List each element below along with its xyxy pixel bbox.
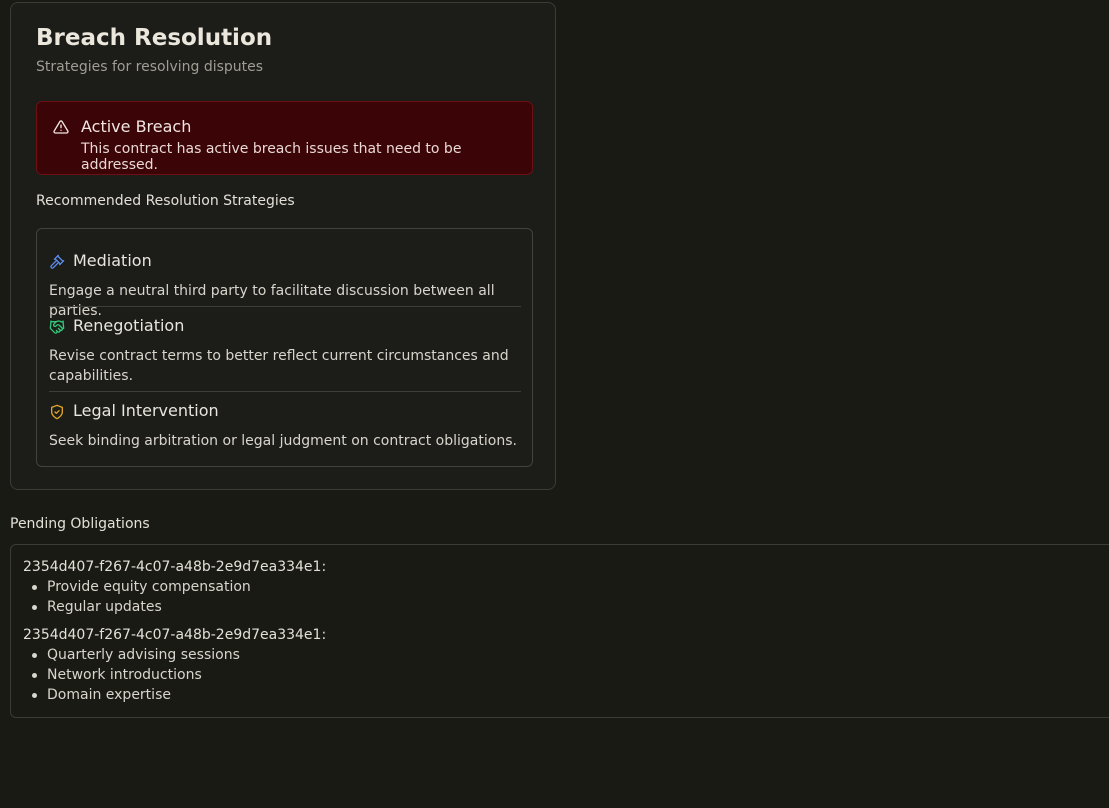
list-item: Provide equity compensation [31, 577, 326, 597]
obligation-group: 2354d407-f267-4c07-a48b-2e9d7ea334e1: Qu… [23, 625, 326, 705]
shield-check-icon [51, 404, 63, 420]
strategies-heading: Recommended Resolution Strategies [36, 193, 295, 209]
strategy-description: Seek binding arbitration or legal judgme… [49, 433, 517, 449]
list-item: Network introductions [31, 665, 326, 685]
strategy-title: Mediation [73, 251, 152, 270]
strategy-description: Revise contract terms to better reflect … [49, 348, 509, 384]
gavel-icon [50, 254, 65, 269]
card-subtitle: Strategies for resolving disputes [36, 59, 264, 75]
strategy-title: Legal Intervention [73, 401, 219, 420]
alert-title: Active Breach [81, 117, 192, 136]
handshake-icon [49, 320, 65, 334]
pending-obligations-panel: 2354d407-f267-4c07-a48b-2e9d7ea334e1: Pr… [10, 544, 1109, 718]
divider [49, 391, 521, 392]
alert-triangle-icon [53, 120, 69, 134]
active-breach-alert: Active Breach This contract has active b… [36, 101, 533, 175]
obligation-list: Quarterly advising sessions Network intr… [23, 645, 326, 705]
strategy-legal-intervention: Legal Intervention Seek binding arbitrat… [49, 401, 521, 451]
strategy-renegotiation: Renegotiation Revise contract terms to b… [49, 316, 521, 386]
obligation-contract-id: 2354d407-f267-4c07-a48b-2e9d7ea334e1: [23, 627, 327, 643]
alert-description: This contract has active breach issues t… [81, 141, 462, 173]
list-item: Domain expertise [31, 685, 326, 705]
strategies-list: Mediation Engage a neutral third party t… [36, 228, 533, 467]
strategy-mediation: Mediation Engage a neutral third party t… [49, 251, 521, 321]
divider [49, 306, 521, 307]
pending-obligations-heading: Pending Obligations [10, 516, 150, 532]
obligation-list: Provide equity compensation Regular upda… [23, 577, 326, 617]
list-item: Regular updates [31, 597, 326, 617]
breach-resolution-card: Breach Resolution Strategies for resolvi… [10, 2, 556, 490]
strategy-description: Engage a neutral third party to facilita… [49, 283, 495, 319]
card-title: Breach Resolution [36, 25, 273, 51]
strategy-title: Renegotiation [73, 316, 185, 335]
list-item: Quarterly advising sessions [31, 645, 326, 665]
obligation-group: 2354d407-f267-4c07-a48b-2e9d7ea334e1: Pr… [23, 557, 326, 617]
obligation-contract-id: 2354d407-f267-4c07-a48b-2e9d7ea334e1: [23, 559, 327, 575]
